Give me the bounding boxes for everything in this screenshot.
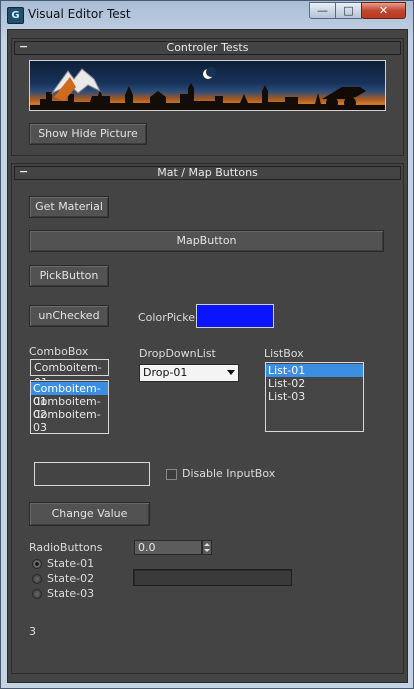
spinner-arrows[interactable] [202,540,212,555]
disable-inputbox-label: Disable InputBox [182,467,276,480]
combobox-item[interactable]: Comboitem-01 [31,382,108,408]
pick-button[interactable]: PickButton [29,265,109,287]
input-box[interactable] [34,462,150,486]
combobox-item[interactable]: Comboitem-02 [31,395,108,421]
combobox-list: Comboitem-01 Comboitem-02 Comboitem-03 [30,380,109,434]
banner-picture [29,60,386,111]
listbox-item[interactable]: List-02 [266,377,363,390]
close-button[interactable]: ✕ [361,2,406,19]
radiobuttons-label: RadioButtons [29,541,103,554]
show-hide-picture-button[interactable]: Show Hide Picture [29,123,147,145]
radio-button-state-03[interactable] [32,589,42,599]
dropdownlist-value: Drop-01 [143,366,188,379]
rollout-controler-tests: − Controler Tests Show Hide Picture [11,38,404,156]
unchecked-checkbutton[interactable]: unChecked [29,305,109,327]
collapse-icon: − [19,40,29,53]
rollout-title: Mat / Map Buttons [157,166,258,179]
dropdownlist-label: DropDownList [139,347,216,360]
rollout-title: Controler Tests [166,41,249,54]
radio-label: State-03 [47,587,95,600]
radio-button-state-01[interactable] [32,559,42,569]
dropdownlist[interactable]: Drop-01 [139,364,239,382]
colorpicker-swatch[interactable] [196,304,274,328]
listbox-label: ListBox [264,347,304,360]
maximize-button[interactable]: □ [335,2,362,19]
rollout-mat-map-buttons: − Mat / Map Buttons Get Material MapButt… [11,163,404,674]
radio-label: State-01 [47,557,95,570]
combobox-item[interactable]: Comboitem-03 [31,408,108,434]
skyline-illustration [30,67,385,110]
rollout-header-mat-map-buttons[interactable]: − Mat / Map Buttons [14,166,401,180]
get-material-button[interactable]: Get Material [29,196,109,218]
combobox-label: ComboBox [29,345,89,358]
rollout-header-controler-tests[interactable]: − Controler Tests [14,41,401,55]
combobox-edit-field[interactable]: Comboitem-01 [30,359,109,389]
title-bar[interactable]: G Visual Editor Test — □ ✕ [1,1,413,29]
disable-inputbox-checkbox[interactable] [166,469,177,480]
collapse-icon: − [19,165,29,178]
listbox-item[interactable]: List-03 [266,390,363,403]
spinner-updown-icon [204,543,210,552]
change-value-button[interactable]: Change Value [29,502,150,526]
listbox[interactable]: List-01 List-02 List-03 [265,362,364,432]
radio-label: State-02 [47,572,95,585]
chevron-down-icon [227,370,235,375]
radio-button-state-02[interactable] [32,574,42,584]
dialog-client-area: − Controler Tests Show Hide Picture − Ma… [7,29,408,683]
window: G Visual Editor Test — □ ✕ − Controler T… [0,0,414,689]
progress-bar [133,569,292,586]
app-icon: G [7,7,24,24]
colorpicker-label: ColorPicker [138,311,200,324]
counter-label: 3 [29,625,36,638]
map-button[interactable]: MapButton [29,230,384,252]
spinner-field[interactable]: 0.0 [134,540,202,555]
window-title: Visual Editor Test [28,7,131,21]
listbox-item[interactable]: List-01 [266,364,363,377]
minimize-button[interactable]: — [309,2,336,19]
